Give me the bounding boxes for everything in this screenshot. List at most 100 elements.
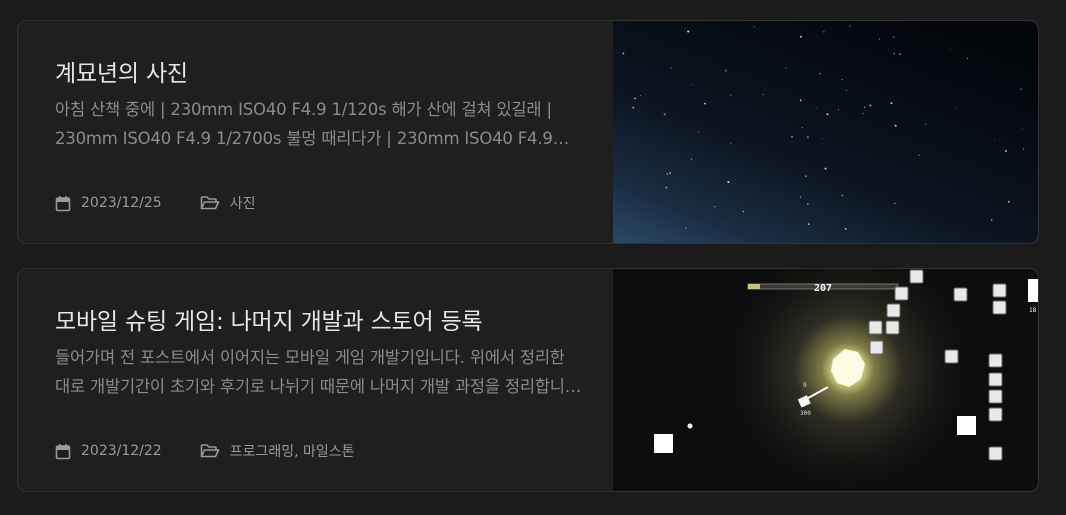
- star: [692, 84, 694, 86]
- enemy-block: [894, 286, 909, 301]
- enemy-block: [988, 407, 1003, 422]
- star: [762, 94, 764, 95]
- star: [690, 158, 693, 160]
- star: [670, 67, 672, 69]
- star: [1022, 128, 1024, 130]
- post-thumbnail-night-sky[interactable]: [613, 21, 1038, 243]
- star: [687, 30, 690, 33]
- post-date-text: 2023/12/25: [81, 195, 162, 211]
- star: [697, 131, 700, 133]
- calendar-icon: [55, 195, 71, 211]
- star: [826, 113, 829, 116]
- post-category[interactable]: 프로그래밍, 마일스톤: [200, 441, 355, 461]
- post-category[interactable]: 사진: [200, 193, 256, 213]
- star: [899, 53, 901, 55]
- enemy-block: [953, 287, 968, 302]
- post-meta: 2023/12/25 사진: [55, 192, 255, 214]
- star: [925, 123, 927, 125]
- post-thumbnail-game-screenshot[interactable]: 207 9 300 18: [613, 269, 1038, 491]
- enemy-block: [886, 303, 901, 318]
- star: [634, 97, 636, 100]
- star: [805, 175, 807, 177]
- star: [1007, 200, 1010, 203]
- star: [892, 36, 895, 38]
- star: [824, 167, 827, 170]
- post-card-photos[interactable]: 계묘년의 사진 아침 산책 중에 | 230mm ISO40 F4.9 1/12…: [17, 20, 1039, 244]
- star: [726, 221, 728, 223]
- star: [841, 194, 844, 197]
- star: [742, 210, 745, 213]
- post-title[interactable]: 모바일 슈팅 게임: 나머지 개발과 스토어 등록: [55, 302, 483, 336]
- enemy-block: [988, 372, 1003, 387]
- star: [685, 227, 687, 229]
- star: [669, 172, 672, 174]
- calendar-icon: [55, 443, 71, 459]
- star: [869, 104, 872, 107]
- star: [753, 26, 755, 28]
- star: [730, 143, 732, 145]
- folder-open-icon: [200, 196, 220, 210]
- post-card-game[interactable]: 모바일 슈팅 게임: 나머지 개발과 스토어 등록 들어가며 전 포스트에서 이…: [17, 268, 1039, 492]
- star: [727, 181, 730, 183]
- star: [846, 89, 848, 91]
- enemy-block: [885, 320, 900, 335]
- enemy-block: [988, 389, 1003, 404]
- post-date: 2023/12/22: [55, 443, 162, 460]
- enemy-block: [868, 320, 883, 335]
- star: [893, 52, 896, 55]
- star: [890, 102, 893, 105]
- enemy-block: [944, 349, 959, 364]
- game-edge-count-text: 18: [1029, 307, 1037, 314]
- star: [1022, 148, 1025, 150]
- enemy-block: [869, 340, 884, 355]
- star: [663, 113, 666, 116]
- post-title[interactable]: 계묘년의 사진: [55, 54, 188, 88]
- star: [849, 25, 851, 27]
- star: [955, 107, 957, 108]
- star: [639, 95, 641, 97]
- star: [791, 135, 793, 138]
- star: [841, 78, 843, 81]
- star: [918, 154, 920, 156]
- star: [801, 126, 803, 128]
- post-date-text: 2023/12/22: [81, 443, 162, 459]
- star: [632, 106, 635, 109]
- star: [862, 113, 864, 115]
- star: [806, 203, 809, 206]
- star: [806, 136, 809, 139]
- star: [730, 94, 732, 96]
- star: [878, 38, 881, 40]
- post-description: 아침 산책 중에 | 230mm ISO40 F4.9 1/120s 해가 산에…: [55, 100, 553, 148]
- post-card-body: 모바일 슈팅 게임: 나머지 개발과 스토어 등록 들어가며 전 포스트에서 이…: [55, 269, 585, 491]
- enemy-block: [992, 283, 1007, 298]
- post-category-text: 프로그래밍, 마일스톤: [229, 444, 355, 460]
- star: [821, 138, 823, 140]
- star: [785, 67, 787, 69]
- star: [816, 107, 818, 109]
- star: [724, 69, 727, 72]
- star: [823, 31, 825, 33]
- post-card-body: 계묘년의 사진 아침 산책 중에 | 230mm ISO40 F4.9 1/12…: [55, 21, 585, 243]
- post-description: 들어가며 전 포스트에서 이어지는 모바일 게임 개발기입니다. 위에서 정리한…: [55, 348, 565, 396]
- game-score-text: 207: [814, 283, 832, 294]
- star: [966, 57, 969, 60]
- star: [864, 106, 866, 108]
- star: [684, 28, 686, 30]
- star: [894, 203, 896, 205]
- folder-open-icon: [200, 444, 220, 458]
- star: [807, 223, 810, 226]
- star: [950, 49, 952, 51]
- star: [645, 205, 647, 207]
- star: [838, 109, 839, 110]
- star: [666, 173, 669, 175]
- game-ship-count-text: 300: [800, 410, 811, 417]
- post-category-text: 사진: [229, 196, 256, 212]
- star: [799, 35, 803, 38]
- star: [714, 205, 716, 208]
- star: [1020, 88, 1022, 90]
- star: [894, 124, 897, 127]
- enemy-block: [909, 269, 924, 284]
- enemy-block: [988, 446, 1003, 461]
- star: [991, 219, 993, 221]
- game-level-text: 9: [803, 382, 807, 389]
